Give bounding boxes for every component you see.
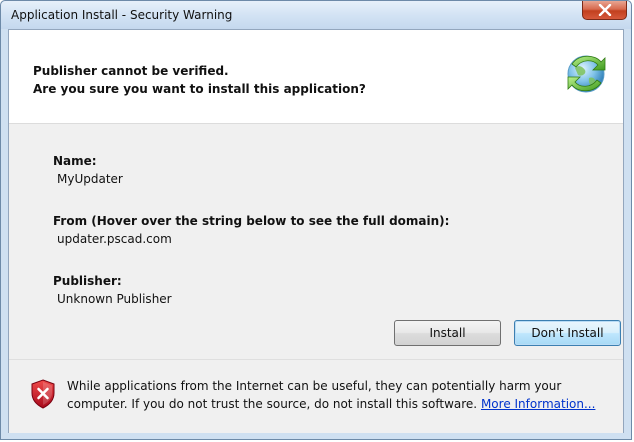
shield-warning-icon [31, 379, 55, 409]
install-button[interactable]: Install [394, 320, 501, 346]
header-panel: Publisher cannot be verified. Are you su… [9, 30, 623, 124]
name-label: Name: [53, 154, 97, 168]
globe-install-icon [567, 55, 606, 93]
header-question: Are you sure you want to install this ap… [33, 82, 366, 96]
header-title: Publisher cannot be verified. [33, 64, 229, 78]
window-title: Application Install - Security Warning [11, 8, 233, 22]
warning-panel: While applications from the Internet can… [9, 359, 623, 433]
warning-message: While applications from the Internet can… [67, 377, 617, 413]
more-information-link[interactable]: More Information... [481, 397, 595, 411]
from-domain[interactable]: updater.pscad.com [57, 232, 172, 246]
security-warning-dialog: Application Install - Security Warning P… [0, 0, 632, 440]
name-value: MyUpdater [57, 172, 123, 186]
close-button[interactable] [582, 1, 627, 20]
dialog-body: Publisher cannot be verified. Are you su… [8, 29, 624, 433]
from-label: From (Hover over the string below to see… [53, 214, 450, 228]
dont-install-button[interactable]: Don't Install [514, 320, 621, 346]
title-bar[interactable]: Application Install - Security Warning [1, 1, 631, 29]
close-icon [598, 4, 612, 16]
publisher-value: Unknown Publisher [57, 292, 172, 306]
publisher-label: Publisher: [53, 274, 122, 288]
